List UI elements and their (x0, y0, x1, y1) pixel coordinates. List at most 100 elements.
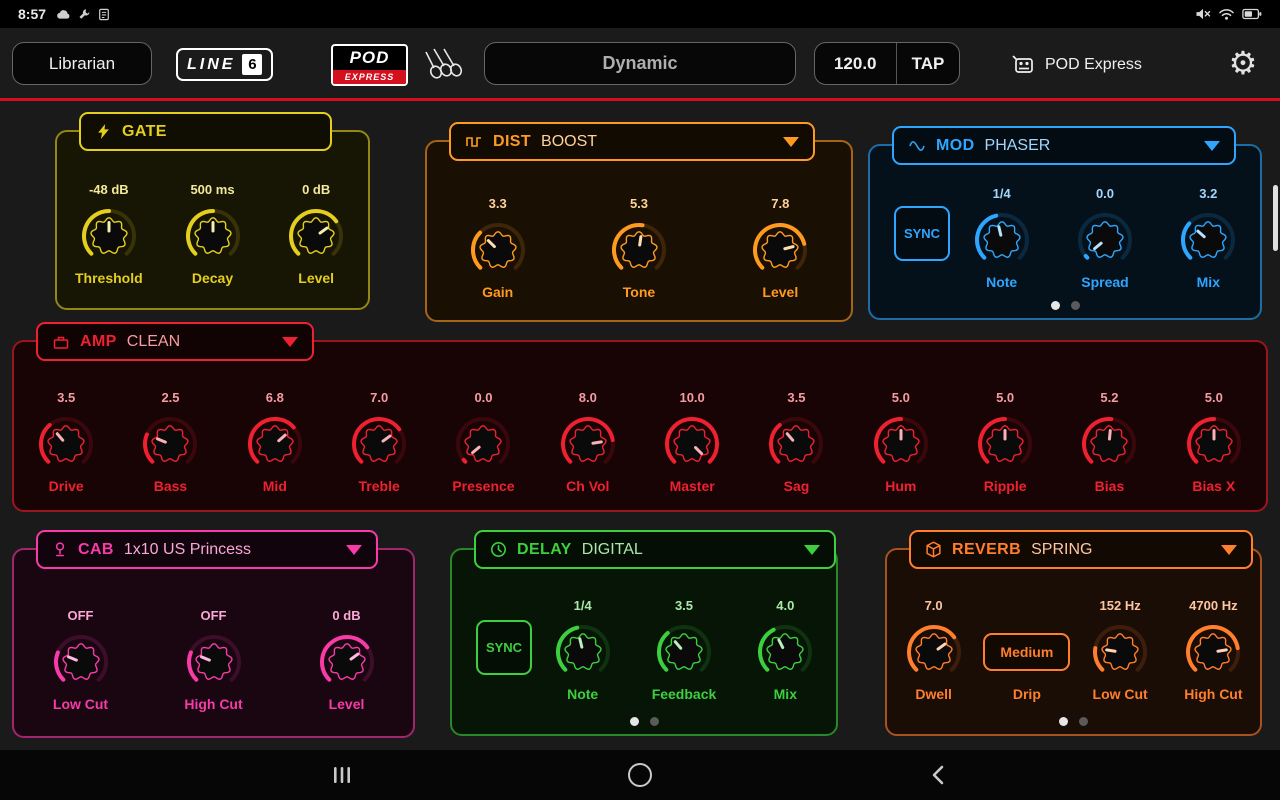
back-button[interactable] (918, 755, 958, 795)
amp-head-icon (52, 334, 70, 350)
param-value: 0 dB (302, 182, 330, 198)
page-dot[interactable] (630, 717, 639, 726)
page-dot[interactable] (1071, 301, 1080, 310)
knob-bias-x[interactable]: 5.0Bias X (1162, 390, 1266, 494)
knob-gain[interactable]: 3.3Gain (427, 196, 568, 300)
knob-mix[interactable]: 3.2Mix (1157, 186, 1260, 290)
knob-bias[interactable]: 5.2Bias (1057, 390, 1161, 494)
knob-treble[interactable]: 7.0Treble (327, 390, 431, 494)
param-value: 3.2 (1199, 186, 1217, 202)
page-dot[interactable] (1051, 301, 1060, 310)
knob-ripple[interactable]: 5.0 Ripple (953, 390, 1057, 494)
page-dot[interactable] (1079, 717, 1088, 726)
knob-hum[interactable]: 5.0Hum (849, 390, 953, 494)
pagination-dots[interactable] (887, 717, 1260, 726)
block-name: AMP (80, 333, 117, 351)
page-dot[interactable] (1059, 717, 1068, 726)
param-value: 4700 Hz (1189, 598, 1237, 614)
knob-icon (1088, 620, 1152, 684)
scrollbar[interactable] (1273, 185, 1278, 251)
param-value: 5.0 (996, 390, 1014, 406)
settings-gear-icon[interactable]: ⚙ (1222, 42, 1264, 84)
param-label: Decay (192, 270, 233, 286)
mod-body: SYNC 1/4Note0.0Spread3.2Mix (870, 170, 1260, 318)
knob-tone[interactable]: 5.3Tone (568, 196, 709, 300)
knob-spread[interactable]: 0.0Spread (1053, 186, 1156, 290)
knob-mid[interactable]: 6.8Mid (223, 390, 327, 494)
page-dot[interactable] (650, 717, 659, 726)
delay-header[interactable]: DELAY DIGITAL (474, 530, 836, 569)
amp-body: 3.5Drive2.5Bass6.8Mid7.0Treble0.0Presenc… (14, 366, 1266, 510)
param-value: 5.3 (630, 196, 648, 212)
block-model: BOOST (541, 133, 597, 151)
delay-block: DELAY DIGITAL SYNC 1/4Note3.5Feedback4.0… (450, 548, 838, 736)
param-value: 3.3 (489, 196, 507, 212)
knob-sag[interactable]: 3.5Sag (744, 390, 848, 494)
preset-selector[interactable]: Dynamic (484, 42, 796, 85)
knob-icon (764, 412, 828, 476)
amp-header[interactable]: AMP CLEAN (36, 322, 314, 361)
param-label: Ch Vol (566, 478, 609, 494)
knob-bass[interactable]: 2.5Bass (118, 390, 222, 494)
param-value: 3.5 (57, 390, 75, 406)
pagination-dots[interactable] (870, 301, 1260, 310)
knob-low-cut[interactable]: 152 HzLow Cut (1074, 598, 1167, 702)
tempo-value[interactable]: 120.0 (815, 54, 896, 74)
block-name: REVERB (952, 541, 1021, 559)
knob-level[interactable]: 0 dBLevel (280, 608, 413, 712)
android-nav-bar (0, 750, 1280, 800)
knob-feedback[interactable]: 3.5Feedback (633, 598, 734, 702)
line6-logo: LINE 6 (176, 48, 273, 81)
param-value: 7.0 (370, 390, 388, 406)
param-label: Bias (1095, 478, 1125, 494)
librarian-button[interactable]: Librarian (12, 42, 152, 85)
block-model: PHASER (985, 137, 1051, 155)
gate-header[interactable]: GATE (79, 112, 332, 151)
knob-master[interactable]: 10.0Master (640, 390, 744, 494)
mod-block: MOD PHASER SYNC 1/4Note0.0Spread3.2Mix (868, 144, 1262, 320)
param-label: High Cut (184, 696, 242, 712)
param-value: 5.0 (892, 390, 910, 406)
reverb-body: 7.0Dwell MediumDrip152 HzLow Cut4700 HzH… (887, 574, 1260, 734)
reverb-params: 7.0Dwell MediumDrip152 HzLow Cut4700 HzH… (887, 574, 1260, 702)
param-button-drip[interactable]: Medium (983, 633, 1070, 671)
knob-threshold[interactable]: -48 dBThreshold (57, 182, 161, 286)
gate-body: -48 dBThreshold500 msDecay0 dBLevel (57, 156, 368, 308)
sync-button[interactable]: SYNC (476, 620, 532, 675)
knob-low-cut[interactable]: OFFLow Cut (14, 608, 147, 712)
param-value: 8.0 (579, 390, 597, 406)
device-selector[interactable]: POD Express (1012, 52, 1142, 78)
tap-tempo-button[interactable]: TAP (897, 54, 959, 74)
param-label: Low Cut (1093, 686, 1148, 702)
clock: 8:57 (18, 6, 46, 22)
home-button[interactable] (620, 755, 660, 795)
mod-header[interactable]: MOD PHASER (892, 126, 1236, 165)
recents-button[interactable] (322, 755, 362, 795)
knob-high-cut[interactable]: OFFHigh Cut (147, 608, 280, 712)
knob-note[interactable]: 1/4Note (950, 186, 1053, 290)
knob-note[interactable]: 1/4Note (532, 598, 633, 702)
param-value: 1/4 (993, 186, 1011, 202)
sync-button[interactable]: SYNC (894, 206, 950, 261)
knob-ch-vol[interactable]: 8.0 Ch Vol (536, 390, 640, 494)
knob-decay[interactable]: 500 msDecay (161, 182, 265, 286)
reverb-header[interactable]: REVERB SPRING (909, 530, 1253, 569)
param-label: Ripple (984, 478, 1027, 494)
param-value (1025, 598, 1029, 614)
pagination-dots[interactable] (452, 717, 836, 726)
param-value: 0.0 (1096, 186, 1114, 202)
knob-mix[interactable]: 4.0Mix (735, 598, 836, 702)
dist-header[interactable]: DIST BOOST (449, 122, 815, 161)
dist-params: 3.3Gain5.3Tone7.8Level (427, 166, 851, 300)
knob-level[interactable]: 7.8Level (710, 196, 851, 300)
param-value: 4.0 (776, 598, 794, 614)
knob-level[interactable]: 0 dBLevel (264, 182, 368, 286)
knob-icon (284, 204, 348, 268)
knob-presence[interactable]: 0.0Presence (431, 390, 535, 494)
knob-high-cut[interactable]: 4700 HzHigh Cut (1167, 598, 1260, 702)
knob-drive[interactable]: 3.5Drive (14, 390, 118, 494)
guitars-icon[interactable] (424, 46, 470, 82)
cab-header[interactable]: CAB 1x10 US Princess (36, 530, 378, 569)
knob-dwell[interactable]: 7.0Dwell (887, 598, 980, 702)
param-label: Master (670, 478, 715, 494)
